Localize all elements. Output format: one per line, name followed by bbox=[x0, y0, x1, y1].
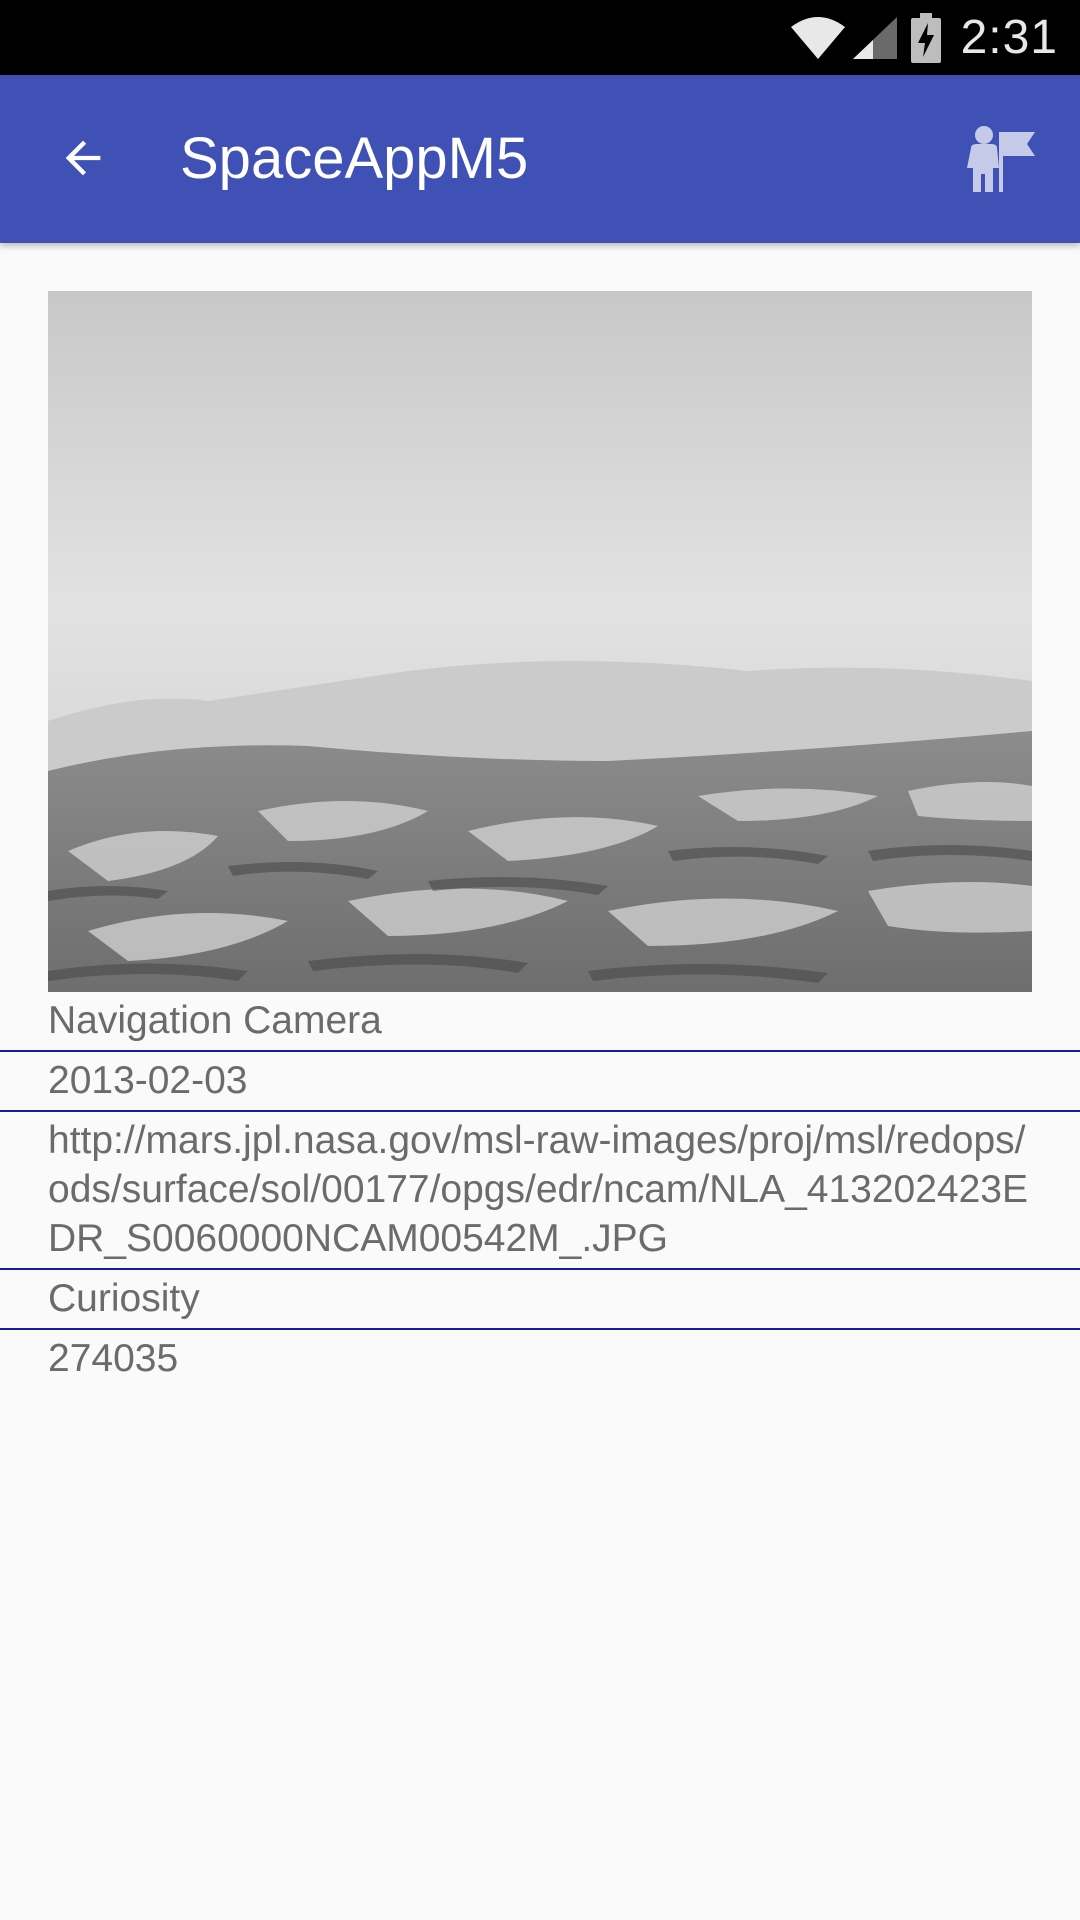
earth-date: 2013-02-03 bbox=[48, 1059, 248, 1102]
rover-explorer-button[interactable] bbox=[960, 119, 1044, 203]
rover-name: Curiosity bbox=[48, 1277, 200, 1320]
app-bar: SpaceAppM5 bbox=[0, 75, 1080, 243]
back-button[interactable] bbox=[42, 119, 124, 201]
mars-terrain-photo bbox=[48, 291, 1032, 992]
cellular-signal-icon bbox=[851, 15, 899, 61]
wifi-icon bbox=[789, 15, 847, 61]
arrow-back-icon bbox=[57, 132, 109, 189]
battery-charging-icon bbox=[910, 12, 941, 63]
app-title: SpaceAppM5 bbox=[180, 126, 529, 191]
astronaut-flag-icon bbox=[965, 124, 1039, 199]
status-time: 2:31 bbox=[960, 11, 1058, 64]
photo-details: Navigation Camera 2013-02-03 http://mars… bbox=[0, 992, 1080, 1388]
image-url: http://mars.jpl.nasa.gov/msl-raw-images/… bbox=[48, 1119, 1029, 1260]
camera-name: Navigation Camera bbox=[48, 999, 382, 1042]
status-icons: 2:31 bbox=[789, 0, 1058, 75]
photo-id: 274035 bbox=[48, 1337, 179, 1380]
status-bar: 2:31 bbox=[0, 0, 1080, 75]
